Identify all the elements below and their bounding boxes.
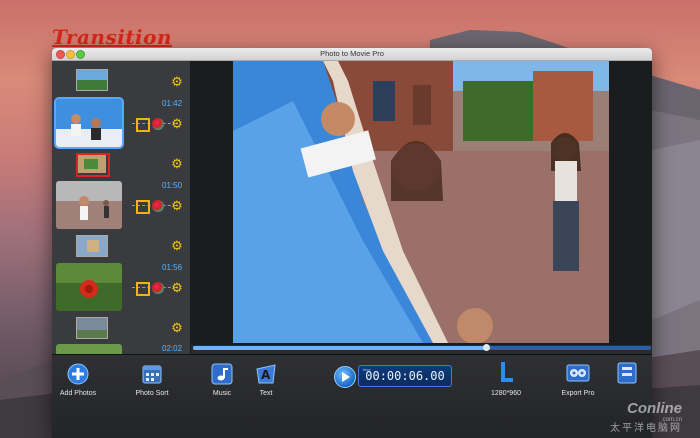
slide-image (56, 181, 122, 229)
preview-canvas[interactable] (233, 61, 609, 343)
timecode-value: 00:00:06.00 (365, 369, 445, 383)
slide-duration: 01:50 (162, 181, 183, 190)
gear-icon[interactable]: ⚙ (170, 75, 184, 89)
resolution-button[interactable]: 1280*960 (484, 361, 528, 397)
playback-progress[interactable] (193, 344, 651, 351)
slide-thumbnail[interactable] (56, 344, 122, 354)
export-label: Export Pro (561, 390, 595, 397)
gear-icon[interactable]: ⚙ (170, 199, 184, 213)
plus-circle-icon (67, 363, 89, 385)
playback-controls: time 00:00:06.00 (334, 365, 454, 388)
preview-area (191, 61, 652, 345)
film-reel-icon (566, 364, 590, 382)
transition-thumbnail-image (77, 318, 107, 338)
playback-scrubber-handle[interactable] (483, 344, 491, 351)
export-button[interactable]: Export Pro (556, 361, 600, 397)
transition-thumbnail-image (78, 155, 106, 173)
effect-icon[interactable] (152, 200, 164, 212)
add-photos-label: Add Photos (59, 390, 97, 397)
slide-duration: 02:02 (162, 344, 183, 353)
transition-thumbnail[interactable] (76, 235, 108, 257)
slide-image (56, 99, 122, 147)
watermark: Conline .com.cn 太平洋电脑网 (610, 401, 682, 434)
music-label: Music (212, 390, 232, 397)
gear-icon[interactable]: ⚙ (170, 281, 184, 295)
promo-title: Transition (52, 25, 173, 49)
photo-sort-label: Photo Sort (135, 390, 169, 397)
timecode-caption: time (363, 367, 371, 372)
music-button[interactable]: Music (204, 363, 240, 397)
crop-icon[interactable] (136, 118, 150, 132)
gear-icon[interactable]: ⚙ (170, 157, 184, 171)
window-title: Photo to Movie Pro (320, 49, 384, 58)
slide-thumbnail[interactable] (54, 97, 124, 149)
svg-text:A: A (261, 368, 271, 382)
timecode-display: time 00:00:06.00 (358, 365, 452, 387)
crop-icon[interactable] (136, 282, 150, 296)
effect-icon[interactable] (152, 282, 164, 294)
gear-icon[interactable]: ⚙ (170, 321, 184, 335)
transition-thumbnail-image (77, 70, 107, 90)
gear-icon[interactable]: ⚙ (170, 117, 184, 131)
more-button[interactable] (612, 361, 642, 390)
transition-thumbnail[interactable] (76, 69, 108, 91)
app-window: Photo to Movie Pro ⚙ 01:42 ⚙ ⚙ 01:50 ⚙ ⚙… (52, 48, 652, 438)
preview-image (233, 61, 609, 343)
text-a-icon: A (256, 364, 276, 384)
text-label: Text (259, 390, 273, 397)
title-bar: Photo to Movie Pro (52, 48, 652, 61)
crop-icon[interactable] (136, 200, 150, 214)
add-photos-button[interactable]: Add Photos (58, 363, 98, 397)
slide-duration: 01:42 (162, 99, 183, 108)
transition-thumbnail[interactable] (76, 153, 110, 177)
slide-image (56, 263, 122, 311)
photo-sort-button[interactable]: Photo Sort (132, 363, 172, 397)
effect-icon[interactable] (152, 118, 164, 130)
music-note-icon (211, 363, 233, 385)
text-button[interactable]: A Text (248, 363, 284, 397)
gear-icon[interactable]: ⚙ (170, 239, 184, 253)
play-icon[interactable] (334, 366, 356, 388)
slide-thumbnail[interactable] (56, 263, 122, 311)
slide-duration: 01:56 (162, 263, 183, 272)
share-icon (617, 362, 637, 384)
transition-thumbnail-image (77, 236, 107, 256)
slide-list[interactable]: ⚙ 01:42 ⚙ ⚙ 01:50 ⚙ ⚙ 01:56 ⚙ ⚙ 02:02 (52, 61, 191, 354)
slide-image (56, 344, 122, 354)
l-shape-icon (501, 362, 513, 382)
watermark-logo: Conline (627, 400, 682, 418)
watermark-cn: 太平洋电脑网 (610, 422, 682, 434)
bottom-toolbar: Add Photos Photo Sort Music A Text time … (52, 354, 652, 438)
playback-progress-fill (193, 346, 487, 350)
transition-thumbnail[interactable] (76, 317, 108, 339)
resolution-label: 1280*960 (491, 390, 521, 397)
grid-calendar-icon (142, 365, 162, 384)
slide-thumbnail[interactable] (56, 181, 122, 229)
